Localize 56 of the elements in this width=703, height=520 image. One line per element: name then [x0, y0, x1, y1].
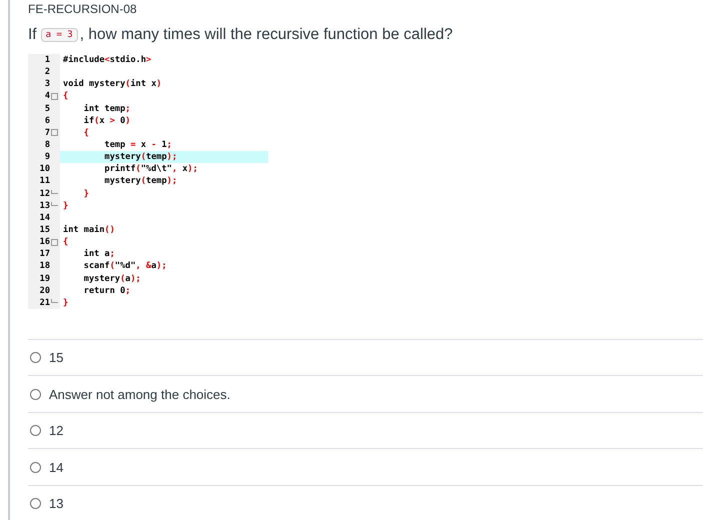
line-number: 10 — [40, 164, 50, 174]
code-line: if(x > 0) — [82, 114, 132, 127]
line-number: 13 — [40, 200, 50, 211]
code-line: temp = x - 1; — [104, 138, 173, 152]
line-number: 16 — [40, 237, 50, 248]
line-number: 21 — [40, 298, 50, 308]
radio-button[interactable] — [30, 388, 41, 400]
line-number: 12 — [40, 188, 50, 199]
code-line: { — [82, 126, 90, 139]
choice-label[interactable]: 12 — [49, 423, 64, 438]
radio-button[interactable] — [30, 425, 41, 436]
line-number: 11 — [40, 176, 50, 186]
line-number: 15 — [40, 225, 50, 236]
code-line: int temp; — [82, 102, 132, 115]
line-number: 5 — [44, 104, 50, 114]
code-line: return 0; — [82, 284, 132, 297]
code-line: } — [62, 296, 70, 309]
code-line: { — [62, 236, 70, 248]
code-line: { — [62, 90, 70, 103]
fold-icon[interactable] — [51, 238, 58, 246]
question-text: , how many times will the recursive function be called? — [80, 26, 453, 44]
fold-icon[interactable] — [51, 92, 58, 100]
code-line: #include<stdio.h> — [62, 54, 152, 66]
code-line: mystery(a); — [82, 272, 142, 285]
inline-code: a = 3 — [40, 28, 78, 42]
question-text: If — [28, 26, 37, 44]
code-line: int a; — [82, 248, 116, 260]
radio-button[interactable] — [30, 498, 41, 510]
line-number: 14 — [40, 212, 50, 223]
choice-label[interactable]: 14 — [49, 460, 64, 475]
code-line: } — [82, 188, 90, 200]
code-line: } — [62, 200, 70, 212]
line-number: 1 — [44, 55, 50, 66]
line-number: 18 — [40, 261, 50, 272]
radio-button[interactable] — [30, 352, 41, 364]
line-number: 4 — [44, 91, 50, 102]
line-number: 20 — [40, 286, 50, 296]
code-line: printf("%d\t", x); — [104, 163, 199, 176]
line-number: 3 — [44, 79, 50, 90]
line-number: 2 — [44, 67, 50, 78]
choice-label[interactable]: Answer not among the choices. — [49, 386, 230, 402]
line-number: 19 — [40, 274, 50, 284]
code-line: void mystery(int x) — [62, 78, 163, 90]
line-number: 6 — [44, 116, 50, 126]
quiz-title: FE-RECURSION-08 — [28, 2, 137, 16]
choice-label[interactable]: 13 — [49, 496, 64, 512]
code-line: scanf("%d", &a); — [82, 260, 168, 273]
choice-label[interactable]: 15 — [49, 350, 64, 366]
radio-button[interactable] — [30, 462, 41, 473]
line-number: 8 — [44, 140, 50, 150]
code-line: mystery(temp); — [104, 175, 178, 188]
line-number: 7 — [44, 128, 50, 138]
code-line: int main() — [62, 224, 116, 236]
line-number: 17 — [40, 249, 50, 260]
fold-icon[interactable] — [51, 129, 58, 136]
line-number: 9 — [44, 152, 50, 162]
